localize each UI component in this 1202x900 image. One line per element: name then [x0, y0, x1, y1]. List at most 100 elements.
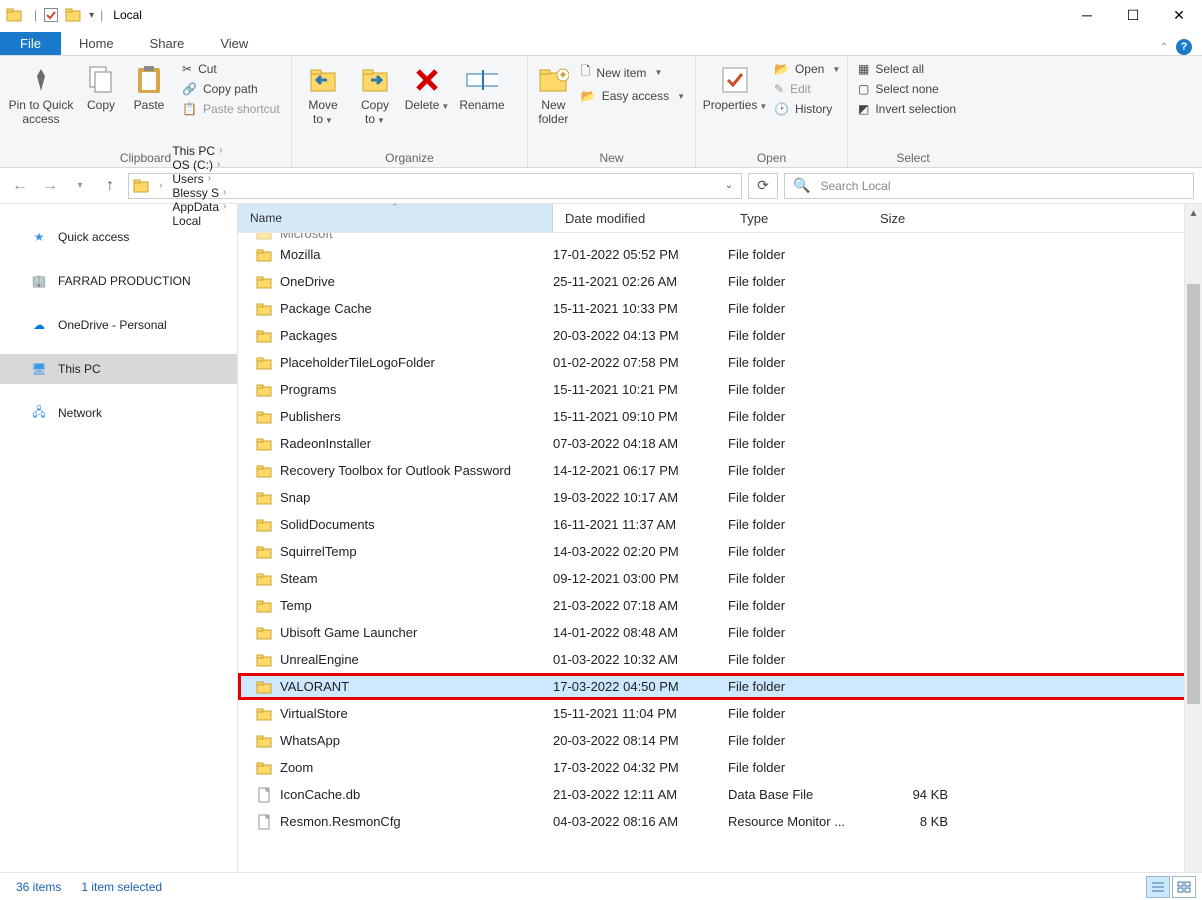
maximize-button[interactable]: ☐ [1110, 0, 1156, 30]
file-row[interactable]: Publishers15-11-2021 09:10 PMFile folder [238, 403, 1202, 430]
cut-button[interactable]: ✂Cut [178, 60, 284, 78]
copy-to-button[interactable]: Copy to▼ [350, 60, 400, 132]
checkbox-icon[interactable] [43, 7, 59, 23]
edit-button[interactable]: ✎Edit [770, 80, 844, 98]
file-row[interactable]: PlaceholderTileLogoFolder01-02-2022 07:5… [238, 349, 1202, 376]
open-button[interactable]: 📂Open▼ [770, 60, 844, 78]
move-to-button[interactable]: Move to▼ [298, 60, 348, 132]
file-row[interactable]: Programs15-11-2021 10:21 PMFile folder [238, 376, 1202, 403]
file-row[interactable]: SolidDocuments16-11-2021 11:37 AMFile fo… [238, 511, 1202, 538]
path-icon: 🔗 [182, 82, 197, 96]
file-row[interactable]: Steam09-12-2021 03:00 PMFile folder [238, 565, 1202, 592]
view-details-button[interactable] [1146, 876, 1170, 898]
file-row[interactable]: VirtualStore15-11-2021 11:04 PMFile fold… [238, 700, 1202, 727]
file-date: 21-03-2022 07:18 AM [553, 598, 728, 613]
file-row[interactable]: VALORANT17-03-2022 04:50 PMFile folder [238, 673, 1202, 700]
help-icon[interactable]: ? [1176, 39, 1192, 55]
new-folder-button[interactable]: ✦ New folder [534, 60, 573, 130]
breadcrumb-segment[interactable]: Blessy S› [168, 186, 230, 200]
breadcrumb-segment[interactable]: OS (C:)› [168, 158, 230, 172]
minimize-button[interactable]: ─ [1064, 0, 1110, 30]
file-type: File folder [728, 274, 868, 289]
tab-view[interactable]: View [202, 32, 266, 55]
column-size[interactable]: Size [868, 204, 988, 232]
file-list[interactable]: MicrosoftMozilla17-01-2022 05:52 PMFile … [238, 233, 1202, 890]
sidebar-item[interactable]: 🖧Network [0, 398, 237, 428]
file-row[interactable]: Recovery Toolbox for Outlook Password14-… [238, 457, 1202, 484]
file-type: File folder [728, 760, 868, 775]
pin-to-quick-access-button[interactable]: Pin to Quick access [6, 60, 76, 130]
file-row[interactable]: Snap19-03-2022 10:17 AMFile folder [238, 484, 1202, 511]
file-date: 17-03-2022 04:50 PM [553, 679, 728, 694]
collapse-ribbon-icon[interactable]: ⌃ [1160, 42, 1168, 53]
qat-dropdown-icon[interactable]: ▾ [89, 10, 94, 21]
folder-icon [254, 598, 274, 614]
view-large-icons-button[interactable] [1172, 876, 1196, 898]
sidebar-item[interactable]: ★Quick access [0, 222, 237, 252]
file-row[interactable]: Resmon.ResmonCfg04-03-2022 08:16 AMResou… [238, 808, 1202, 835]
file-row[interactable]: IconCache.db21-03-2022 12:11 AMData Base… [238, 781, 1202, 808]
sidebar-item[interactable]: 🏢FARRAD PRODUCTION [0, 266, 237, 296]
up-button[interactable]: ↑ [98, 174, 122, 198]
copy-button[interactable]: Copy [78, 60, 124, 116]
history-button[interactable]: 🕑History [770, 100, 844, 118]
file-row[interactable]: OneDrive25-11-2021 02:26 AMFile folder [238, 268, 1202, 295]
tab-file[interactable]: File [0, 32, 61, 55]
ribbon-tabs: File Home Share View ⌃ ? [0, 30, 1202, 56]
sidebar-item[interactable]: ☁OneDrive - Personal [0, 310, 237, 340]
network-icon: 🖧 [30, 404, 48, 422]
tab-share[interactable]: Share [132, 32, 203, 55]
refresh-button[interactable]: ⟳ [748, 173, 778, 199]
file-row[interactable]: Packages20-03-2022 04:13 PMFile folder [238, 322, 1202, 349]
file-row[interactable]: Microsoft [238, 233, 1202, 241]
search-box[interactable]: 🔍 Search Local [784, 173, 1194, 199]
file-row[interactable]: Zoom17-03-2022 04:32 PMFile folder [238, 754, 1202, 781]
easy-access-button[interactable]: 📂Easy access▼ [577, 87, 689, 105]
column-type[interactable]: Type [728, 204, 868, 232]
file-name: Mozilla [280, 247, 553, 262]
column-name[interactable]: Name⌃ [238, 204, 553, 232]
scroll-up-icon[interactable]: ▲ [1185, 204, 1202, 222]
breadcrumb-segment[interactable]: Users› [168, 172, 230, 186]
recent-dropdown[interactable]: ▾ [68, 174, 92, 198]
folder-icon [6, 7, 22, 23]
breadcrumb-segment[interactable]: This PC› [168, 144, 230, 158]
file-name: OneDrive [280, 274, 553, 289]
forward-button[interactable]: → [38, 174, 62, 198]
folder-icon [254, 301, 274, 317]
file-row[interactable]: WhatsApp20-03-2022 08:14 PMFile folder [238, 727, 1202, 754]
file-row[interactable]: Temp21-03-2022 07:18 AMFile folder [238, 592, 1202, 619]
delete-button[interactable]: Delete▼ [402, 60, 452, 118]
file-row[interactable]: RadeonInstaller07-03-2022 04:18 AMFile f… [238, 430, 1202, 457]
paste-button[interactable]: Paste [126, 60, 172, 116]
file-row[interactable]: SquirrelTemp14-03-2022 02:20 PMFile fold… [238, 538, 1202, 565]
file-row[interactable]: Mozilla17-01-2022 05:52 PMFile folder [238, 241, 1202, 268]
crumb-root[interactable]: › [151, 180, 166, 191]
paste-shortcut-button[interactable]: 📋Paste shortcut [178, 100, 284, 118]
file-row[interactable]: UnrealEngine01-03-2022 10:32 AMFile fold… [238, 646, 1202, 673]
copy-path-button[interactable]: 🔗Copy path [178, 80, 284, 98]
address-dropdown[interactable]: ⌄ [717, 174, 741, 198]
back-button[interactable]: ← [8, 174, 32, 198]
rename-button[interactable]: Rename [454, 60, 510, 116]
folder-qat-icon[interactable] [65, 7, 81, 23]
search-placeholder: Search Local [820, 179, 890, 193]
sidebar-item[interactable]: 🖥This PC [0, 354, 237, 384]
select-all-button[interactable]: ▦Select all [854, 60, 960, 78]
select-none-button[interactable]: ▢Select none [854, 80, 960, 98]
close-button[interactable]: ✕ [1156, 0, 1202, 30]
new-item-button[interactable]: 🗋New item▼ [577, 60, 689, 85]
file-list-pane: Name⌃ Date modified Type Size MicrosoftM… [238, 204, 1202, 890]
file-row[interactable]: Ubisoft Game Launcher14-01-2022 08:48 AM… [238, 619, 1202, 646]
scrollbar[interactable]: ▲ ▼ [1184, 204, 1202, 890]
properties-button[interactable]: Properties▼ [702, 60, 768, 118]
file-name: Recovery Toolbox for Outlook Password [280, 463, 553, 478]
address-bar[interactable]: › This PC›OS (C:)›Users›Blessy S›AppData… [128, 173, 742, 199]
invert-icon: ◩ [858, 102, 869, 116]
file-row[interactable]: Package Cache15-11-2021 10:33 PMFile fol… [238, 295, 1202, 322]
tab-home[interactable]: Home [61, 32, 132, 55]
column-date[interactable]: Date modified [553, 204, 728, 232]
file-date: 17-03-2022 04:32 PM [553, 760, 728, 775]
invert-selection-button[interactable]: ◩Invert selection [854, 100, 960, 118]
scrollbar-thumb[interactable] [1187, 284, 1200, 704]
